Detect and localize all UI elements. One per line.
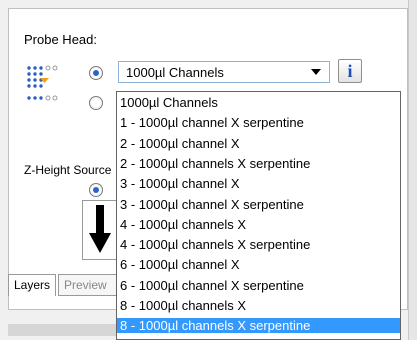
bottom-scrollbar[interactable] bbox=[8, 324, 118, 336]
dropdown-option[interactable]: 3 - 1000µl channel X bbox=[117, 176, 400, 191]
dropdown-option[interactable]: 1000µl Channels bbox=[117, 95, 400, 110]
dropdown-option[interactable]: 3 - 1000µl channel X serpentine bbox=[117, 197, 400, 212]
window-edge bbox=[408, 0, 417, 340]
probe-head-radio-selected[interactable] bbox=[89, 66, 103, 80]
dropdown-option[interactable]: 4 - 1000µl channels X bbox=[117, 217, 400, 232]
z-height-radio-selected[interactable] bbox=[89, 183, 103, 197]
arrow-down-icon bbox=[89, 205, 111, 253]
tab-preview[interactable]: Preview bbox=[58, 274, 118, 296]
probe-head-radio-alt[interactable] bbox=[89, 96, 103, 110]
z-height-direction-box bbox=[82, 200, 118, 260]
chevron-down-icon[interactable] bbox=[311, 69, 321, 75]
probe-head-label: Probe Head: bbox=[24, 32, 97, 47]
probe-head-select-value: 1000µl Channels bbox=[126, 65, 224, 80]
tab-layers[interactable]: Layers bbox=[8, 274, 56, 296]
dropdown-option[interactable]: 6 - 1000µl channel X bbox=[117, 257, 400, 272]
probe-grid-icon-alt bbox=[27, 95, 58, 101]
dropdown-option[interactable]: 8 - 1000µl channels X bbox=[117, 298, 400, 313]
dropdown-option[interactable]: 2 - 1000µl channels X serpentine bbox=[117, 156, 400, 171]
dropdown-option[interactable]: 6 - 1000µl channel X serpentine bbox=[117, 278, 400, 293]
dropdown-option[interactable]: 1 - 1000µl channel X serpentine bbox=[117, 115, 400, 130]
info-icon: i bbox=[347, 61, 353, 81]
dropdown-option[interactable]: 2 - 1000µl channel X bbox=[117, 136, 400, 151]
dropdown-option[interactable]: 4 - 1000µl channels X serpentine bbox=[117, 237, 400, 252]
info-button[interactable]: i bbox=[338, 59, 362, 83]
probe-head-dropdown-list: 1000µl Channels 1 - 1000µl channel X serp… bbox=[116, 91, 401, 340]
panel-tabs: Layers Preview bbox=[8, 274, 118, 298]
probe-head-select[interactable]: 1000µl Channels bbox=[118, 61, 330, 83]
dropdown-option[interactable]: 8 - 1000µl channels X serpentine bbox=[117, 318, 400, 334]
z-height-source-label: Z-Height Source bbox=[24, 163, 112, 177]
